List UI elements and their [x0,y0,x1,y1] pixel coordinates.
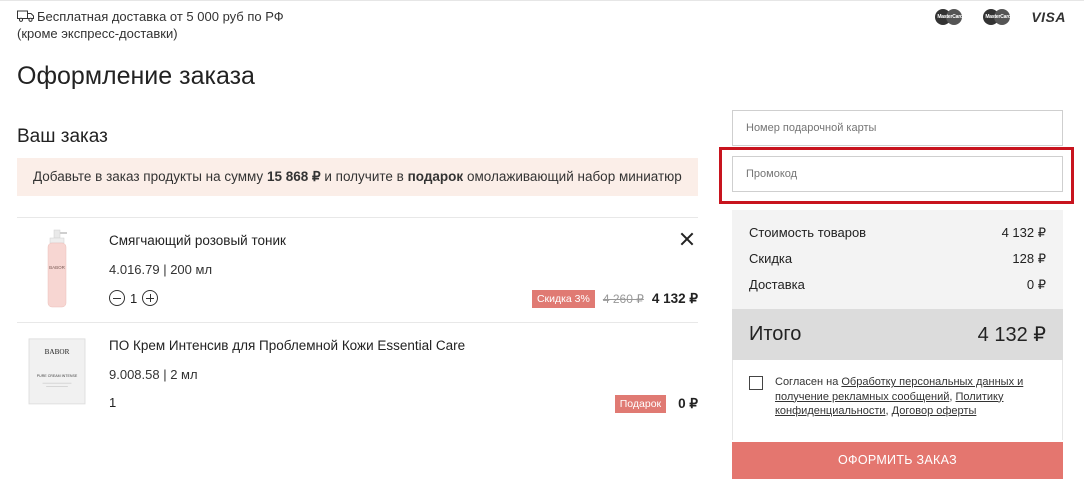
visa-icon: VISA [1031,9,1066,25]
summary-total: Итого 4 132 ₽ [732,309,1063,360]
top-border [0,0,1084,5]
item-name[interactable]: ПО Крем Интенсив для Проблемной Кожи Ess… [109,338,465,353]
banner-gift-word: подарок [407,169,464,184]
checkout-button[interactable]: ОФОРМИТЬ ЗАКАЗ [732,442,1063,479]
consent-text: Согласен на Обработку персональных данны… [775,376,1024,417]
consent-block: Согласен на Обработку персональных данны… [732,360,1063,440]
gift-promo-banner: Добавьте в заказ продукты на сумму 15 86… [17,158,698,196]
summary-row-goods: Стоимость товаров 4 132 ₽ [749,225,1046,241]
old-price: 4 260 ₽ [602,292,644,306]
svg-text:PURE CREAM INTENSE: PURE CREAM INTENSE [37,374,78,378]
discount-value: 128 ₽ [1012,251,1046,266]
svg-text:BABOR: BABOR [45,348,70,356]
decrease-qty-button[interactable] [109,290,125,306]
shipping-line-2: (кроме экспресс-доставки) [17,26,178,41]
item-price: 0 ₽ [678,396,698,411]
qty-value: 1 [109,395,117,410]
banner-prefix: Добавьте в заказ продукты на сумму [33,169,264,184]
cart-item: BABOR PURE CREAM INTENSE ПО Крем Интенси… [17,323,698,427]
svg-text:BABOR: BABOR [49,265,66,270]
summary-row-discount: Скидка 128 ₽ [749,251,1046,267]
banner-middle: и получите в [324,169,404,184]
item-qty: 1 [109,395,116,410]
gift-card-input[interactable] [732,110,1063,146]
shipping-info: Бесплатная доставка от 5 000 руб по РФ (… [17,8,284,42]
shipping-line-1: Бесплатная доставка от 5 000 руб по РФ [37,9,284,24]
item-sku: 9.008.58 | 2 мл [109,367,198,382]
order-heading: Ваш заказ [17,126,108,147]
summary-row-delivery: Доставка 0 ₽ [749,277,1046,293]
product-image-sachet[interactable]: BABOR PURE CREAM INTENSE [25,338,89,412]
discount-label: Скидка [749,251,793,266]
gift-badge: Подарок [614,395,667,413]
goods-value: 4 132 ₽ [1001,225,1046,240]
item-prices: Подарок 0 ₽ [614,395,698,413]
order-summary: Стоимость товаров 4 132 ₽ Скидка 128 ₽ Д… [732,210,1063,360]
remove-item-icon[interactable] [680,232,694,246]
total-value: 4 132 ₽ [977,324,1046,346]
delivery-label: Доставка [749,277,805,292]
delivery-value: 0 ₽ [1026,277,1046,292]
product-image-toner[interactable]: BABOR [25,228,89,310]
goods-label: Стоимость товаров [749,225,867,240]
promo-code-input[interactable] [732,156,1063,192]
payment-icons: MasterCard MasterCard VISA [935,9,1066,25]
item-sku: 4.016.79 | 200 мл [109,262,213,277]
consent-checkbox[interactable] [749,376,763,390]
qty-value: 1 [130,290,138,306]
truck-icon [17,10,34,22]
quantity-stepper: 1 [109,290,159,306]
mastercard-icon: MasterCard [935,9,963,25]
item-price: 4 132 ₽ [651,291,698,306]
item-name[interactable]: Смягчающий розовый тоник [109,233,286,248]
total-label: Итого [749,323,802,345]
banner-suffix: омолаживающий набор миниатюр [466,169,682,184]
increase-qty-button[interactable] [142,290,159,306]
banner-amount: 15 868 ₽ [266,169,321,184]
maestro-icon: MasterCard [983,9,1011,25]
cart-item: BABOR Смягчающий розовый тоник 4.016.79 … [17,218,698,322]
item-prices: Скидка 3% 4 260 ₽ 4 132 ₽ [531,290,698,308]
offer-agreement-link[interactable]: Договор оферты [892,405,977,417]
page-title: Оформление заказа [17,62,255,90]
discount-badge: Скидка 3% [531,290,595,308]
